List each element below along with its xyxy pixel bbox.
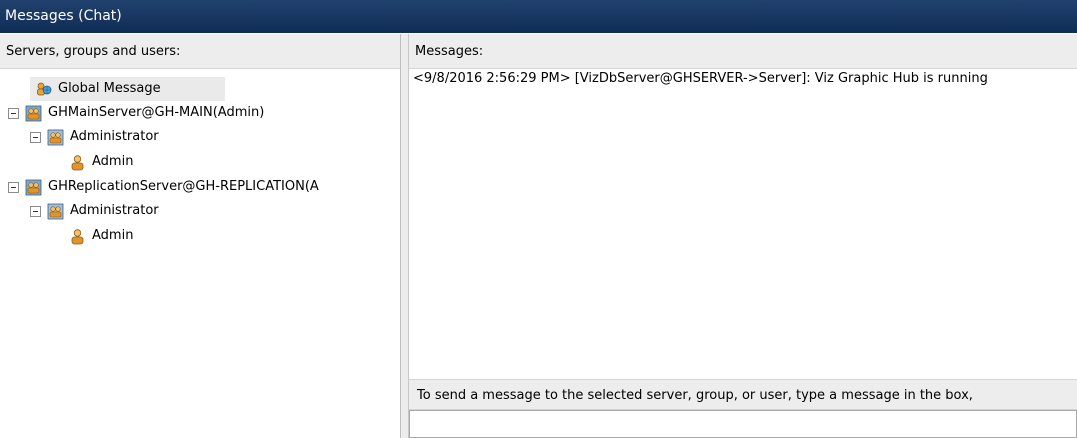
- message-input[interactable]: [409, 410, 1077, 438]
- tree-node-global-message[interactable]: Global Message: [30, 77, 225, 101]
- compose-hint: To send a message to the selected server…: [409, 379, 1077, 410]
- tree-node-label: Admin: [92, 154, 134, 169]
- tree-node-server-replication[interactable]: GHReplicationServer@GH-REPLICATION(A: [8, 175, 319, 199]
- collapse-toggle-icon[interactable]: [30, 131, 41, 143]
- tree-node-user-admin-1[interactable]: Admin: [69, 150, 133, 174]
- tree-node-server-main[interactable]: GHMainServer@GH-MAIN(Admin): [8, 101, 264, 125]
- tree-node-label: Admin: [92, 228, 134, 243]
- collapse-toggle-icon[interactable]: [8, 181, 19, 193]
- tree-node-label: GHReplicationServer@GH-REPLICATION(A: [48, 179, 319, 194]
- message-line: <9/8/2016 2:56:29 PM> [VizDbServer@GHSER…: [413, 71, 988, 86]
- tree-node-label: Administrator: [70, 129, 159, 144]
- tree-node-group-administrator-2[interactable]: Administrator: [30, 199, 159, 223]
- tree-node-user-admin-2[interactable]: Admin: [69, 224, 133, 248]
- tree-panel-header: Servers, groups and users:: [0, 34, 400, 69]
- tree-node-label: GHMainServer@GH-MAIN(Admin): [48, 105, 265, 120]
- server-group-icon: [25, 105, 42, 121]
- tree-node-label: Global Message: [58, 81, 161, 96]
- global-message-icon: [37, 82, 52, 95]
- user-group-icon: [47, 203, 64, 219]
- message-log[interactable]: <9/8/2016 2:56:29 PM> [VizDbServer@GHSER…: [409, 69, 1077, 379]
- collapse-toggle-icon[interactable]: [30, 205, 41, 217]
- panel-splitter[interactable]: [401, 34, 409, 438]
- messages-panel: Messages: <9/8/2016 2:56:29 PM> [VizDbSe…: [409, 34, 1077, 438]
- server-group-icon: [25, 179, 42, 195]
- messages-panel-header: Messages:: [409, 34, 1077, 69]
- tree-panel: Servers, groups and users: Global Messag…: [0, 34, 401, 438]
- tree-node-group-administrator-1[interactable]: Administrator: [30, 125, 159, 149]
- user-group-icon: [47, 129, 64, 145]
- collapse-toggle-icon[interactable]: [8, 107, 19, 119]
- window-title: Messages (Chat): [5, 8, 122, 24]
- window-title-bar: Messages (Chat): [0, 0, 1077, 33]
- user-icon: [71, 154, 84, 170]
- user-icon: [71, 228, 84, 244]
- tree-node-label: Administrator: [70, 203, 159, 218]
